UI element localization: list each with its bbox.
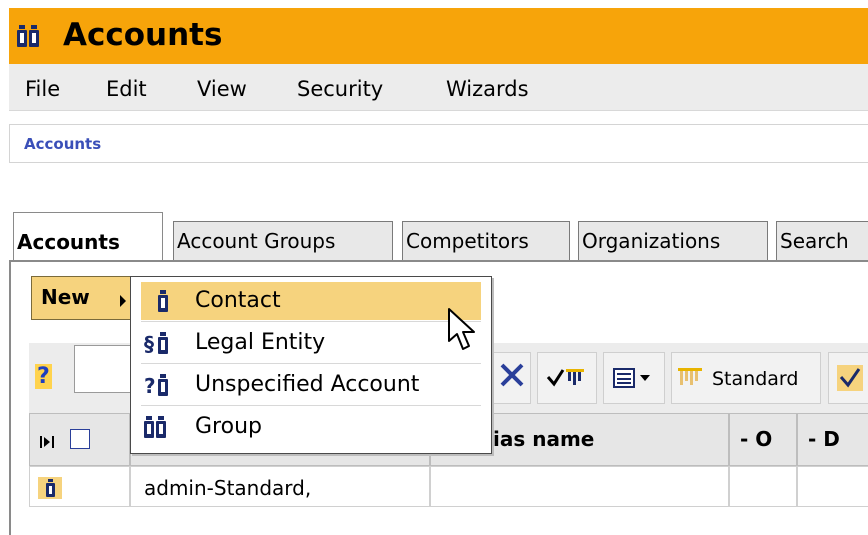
expand-all-icon[interactable] xyxy=(40,434,56,453)
table-row-alias-cell xyxy=(430,466,729,507)
svg-text:?: ? xyxy=(144,374,156,396)
row-name: admin-Standard, xyxy=(144,476,312,500)
tab-organizations[interactable]: Organizations xyxy=(578,221,768,260)
menu-item-legal-entity[interactable]: § Legal Entity xyxy=(141,324,481,362)
table-row[interactable]: admin-Standard, xyxy=(130,466,430,507)
menu-item-label: Group xyxy=(195,414,262,439)
tab-divider xyxy=(9,260,868,262)
mouse-cursor-icon xyxy=(447,307,479,357)
menu-edit[interactable]: Edit xyxy=(106,76,147,102)
help-icon[interactable]: ? xyxy=(35,364,52,389)
title-bar: Accounts xyxy=(9,8,868,64)
check-filter-icon xyxy=(546,367,588,393)
apply-button[interactable] xyxy=(828,352,868,404)
svg-text:§: § xyxy=(144,332,154,354)
tab-competitors[interactable]: Competitors xyxy=(402,221,570,260)
tab-accounts[interactable]: Accounts xyxy=(13,212,163,262)
view-menu-button[interactable] xyxy=(603,352,665,404)
breadcrumb: Accounts xyxy=(9,124,868,163)
menu-bar: File Edit View Security Wizards xyxy=(9,64,868,111)
menu-file[interactable]: File xyxy=(25,76,60,102)
group-icon xyxy=(144,416,184,442)
contact-icon xyxy=(38,477,62,503)
table-row-d-cell xyxy=(797,466,868,507)
grid-header-select xyxy=(29,413,130,466)
grid-header-d[interactable]: - D xyxy=(797,413,868,466)
tab-search[interactable]: Search xyxy=(776,221,868,260)
page-title: Accounts xyxy=(63,17,223,53)
menu-wizards[interactable]: Wizards xyxy=(446,76,529,102)
breadcrumb-accounts-link[interactable]: Accounts xyxy=(24,135,101,153)
menu-divider xyxy=(141,363,481,364)
unspecified-account-icon: ? xyxy=(144,374,184,400)
tab-account-groups[interactable]: Account Groups xyxy=(173,221,393,260)
check-icon xyxy=(837,365,863,395)
delete-icon xyxy=(498,361,526,393)
select-all-checkbox[interactable] xyxy=(70,429,90,449)
new-button[interactable]: New xyxy=(31,276,134,320)
standard-view-icon xyxy=(678,367,708,393)
alias-header-label: ias name xyxy=(493,427,595,451)
standard-view-label: Standard xyxy=(712,368,799,390)
content-border xyxy=(9,262,11,535)
menu-item-contact[interactable]: Contact xyxy=(141,282,481,320)
menu-view[interactable]: View xyxy=(197,76,247,102)
table-row-o-cell xyxy=(729,466,797,507)
contact-icon xyxy=(144,290,184,316)
legal-entity-icon: § xyxy=(144,332,184,358)
grid-header-o[interactable]: - O xyxy=(729,413,797,466)
new-button-label: New xyxy=(41,285,90,309)
delete-button[interactable] xyxy=(491,352,531,404)
new-dropdown-menu: Contact § Legal Entity ? Unspecified Acc… xyxy=(130,276,492,454)
d-header-label: - D xyxy=(808,427,840,451)
standard-view-button[interactable]: Standard xyxy=(671,352,821,404)
check-filter-button[interactable] xyxy=(537,352,597,404)
menu-item-label: Unspecified Account xyxy=(195,372,420,397)
menu-security[interactable]: Security xyxy=(297,76,383,102)
search-input[interactable] xyxy=(74,345,134,393)
menu-item-unspecified-account[interactable]: ? Unspecified Account xyxy=(141,366,481,404)
accounts-icon xyxy=(17,25,57,51)
menu-divider xyxy=(141,405,481,406)
menu-item-label: Legal Entity xyxy=(195,330,326,355)
menu-item-label: Contact xyxy=(195,288,281,313)
menu-divider xyxy=(141,321,481,322)
submenu-arrow-icon xyxy=(120,295,126,307)
list-view-icon xyxy=(612,367,658,393)
menu-item-group[interactable]: Group xyxy=(141,408,481,446)
o-header-label: - O xyxy=(740,427,773,451)
table-row-icon-cell xyxy=(29,466,130,507)
